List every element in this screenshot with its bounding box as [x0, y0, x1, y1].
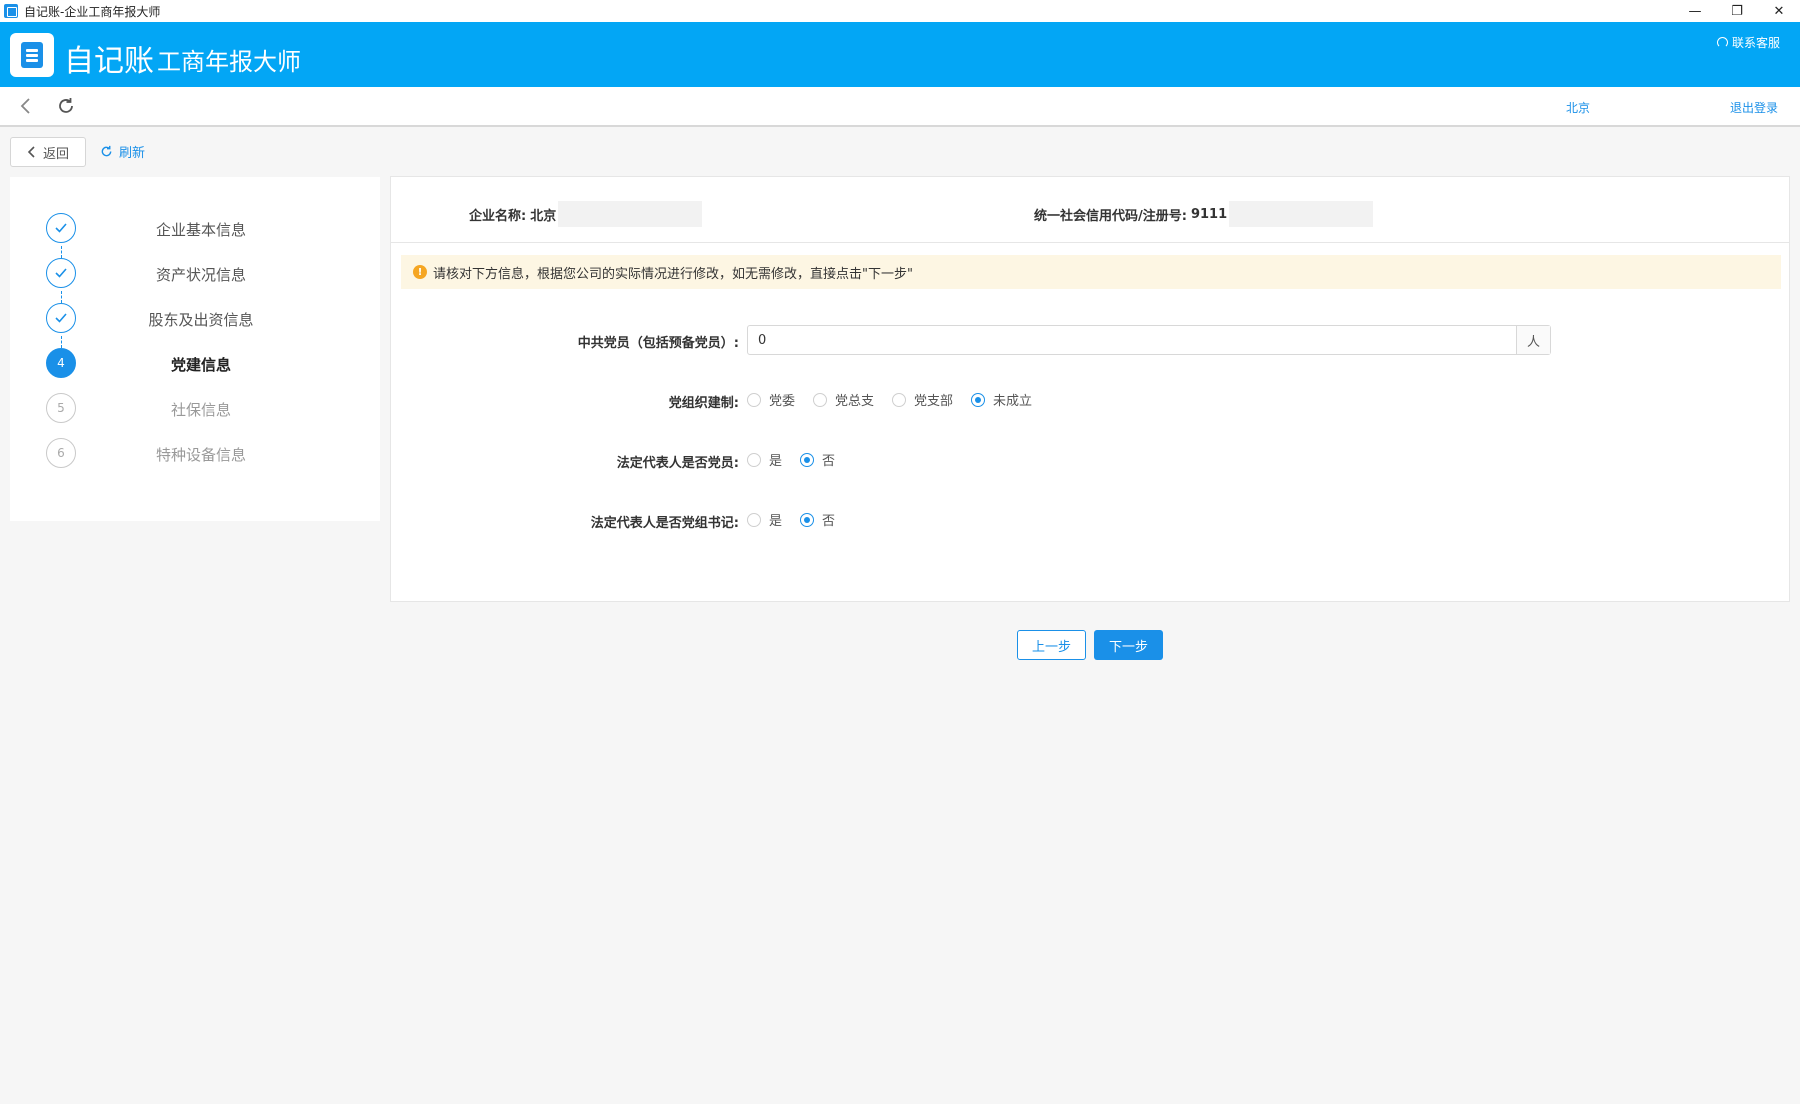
company-name-info: 企业名称: 北京: [469, 201, 703, 227]
minimize-button[interactable]: —: [1674, 0, 1716, 22]
legal-rep-secretary-label: 法定代表人是否党组书记:: [590, 516, 739, 531]
support-link[interactable]: 联系客服: [1716, 34, 1780, 51]
step-number: 4: [46, 348, 76, 378]
brand-subtitle: 工商年报大师: [157, 49, 301, 76]
step-connector: [61, 336, 62, 348]
redacted-area: [1229, 201, 1374, 227]
return-label: 返回: [42, 146, 69, 162]
company-name-value: 北京: [530, 208, 557, 224]
radio-party-committee[interactable]: 党委: [747, 390, 795, 409]
return-button[interactable]: 返回: [10, 137, 86, 167]
step-connector: [61, 246, 62, 258]
refresh-icon: [101, 145, 112, 157]
legal-rep-member-label: 法定代表人是否党员:: [616, 456, 739, 471]
party-members-input[interactable]: [748, 326, 1516, 354]
radio-circle: [747, 512, 761, 527]
legal-rep-secretary-radio-group: 是 否: [747, 510, 853, 529]
restore-button[interactable]: ❐: [1716, 0, 1758, 22]
radio-general-branch[interactable]: 党总支: [813, 390, 874, 409]
radio-label: 党支部: [914, 394, 954, 409]
credit-code-value: 9111: [1190, 206, 1228, 222]
radio-label: 党总支: [835, 394, 875, 409]
step-label: 资产状况信息: [155, 266, 246, 284]
logo-icon: [10, 33, 54, 77]
step-list: 企业基本信息 资产状况信息 股东及出资信息 4 党建信息 5 社保信息 6 特种…: [10, 177, 380, 521]
party-members-field: 人: [747, 325, 1551, 355]
radio-label: 否: [822, 454, 836, 469]
radio-label: 是: [769, 514, 783, 529]
radio-label: 是: [769, 454, 783, 469]
step-social-insurance[interactable]: 5 社保信息: [46, 393, 366, 423]
step-number: 6: [46, 438, 76, 468]
step-label: 特种设备信息: [155, 446, 246, 464]
step-number: 5: [46, 393, 76, 423]
reload-icon[interactable]: [56, 96, 76, 116]
radio-circle-selected: [800, 452, 815, 467]
radio-member-yes[interactable]: 是: [747, 450, 782, 469]
step-label: 股东及出资信息: [148, 311, 254, 329]
unit-suffix: 人: [1516, 326, 1550, 354]
redacted-area: [558, 201, 703, 227]
radio-label: 未成立: [993, 394, 1033, 409]
next-step-button[interactable]: 下一步: [1094, 630, 1163, 660]
window-controls: — ❐ ✕: [1674, 0, 1800, 22]
party-org-radio-group: 党委 党总支 党支部 未成立: [747, 390, 1050, 409]
step-connector: [61, 291, 62, 303]
chevron-left-icon: [27, 146, 35, 158]
notice-banner: ! 请核对下方信息，根据您公司的实际情况进行修改，如无需修改，直接点击"下一步": [401, 255, 1781, 289]
company-name-label: 企业名称:: [469, 208, 527, 224]
refresh-label: 刷新: [119, 146, 146, 161]
company-name: 北京: [1566, 101, 1591, 115]
nav-bar: 北京 退出登录: [0, 87, 1800, 127]
step-label: 社保信息: [170, 401, 231, 419]
radio-circle: [892, 392, 907, 407]
check-icon: [46, 213, 76, 243]
radio-label: 党委: [769, 394, 796, 409]
legal-rep-member-radio-group: 是 否: [747, 450, 853, 469]
brand-name: 自记账: [64, 45, 154, 78]
step-special-equipment[interactable]: 6 特种设备信息: [46, 438, 366, 468]
check-icon: [46, 258, 76, 288]
step-basic-info[interactable]: 企业基本信息: [46, 213, 366, 243]
radio-circle: [747, 452, 761, 467]
radio-circle-selected: [800, 512, 815, 527]
radio-branch[interactable]: 党支部: [892, 390, 953, 409]
close-button[interactable]: ✕: [1758, 0, 1800, 22]
company-info-row: 企业名称: 北京 统一社会信用代码/注册号: 9111: [391, 177, 1789, 243]
party-members-label: 中共党员（包括预备党员）:: [577, 336, 739, 351]
warning-icon: !: [413, 265, 427, 279]
app-icon: [4, 4, 18, 18]
headset-icon: [1716, 37, 1728, 48]
radio-circle: [747, 392, 761, 407]
notice-text: 请核对下方信息，根据您公司的实际情况进行修改，如无需修改，直接点击"下一步": [433, 266, 913, 282]
radio-label: 否: [822, 514, 836, 529]
back-arrow-icon[interactable]: [16, 96, 36, 116]
support-label: 联系客服: [1731, 36, 1780, 50]
check-icon: [46, 303, 76, 333]
credit-code-label: 统一社会信用代码/注册号:: [1034, 208, 1187, 224]
window-title: 自记账-企业工商年报大师: [24, 4, 161, 19]
step-shareholder-info[interactable]: 股东及出资信息: [46, 303, 366, 333]
refresh-button[interactable]: 刷新: [100, 142, 145, 161]
radio-not-established[interactable]: 未成立: [971, 390, 1032, 409]
party-org-label: 党组织建制:: [668, 396, 739, 411]
prev-step-button[interactable]: 上一步: [1017, 630, 1086, 660]
app-header: 自记账 工商年报大师 联系客服: [0, 22, 1800, 87]
radio-secretary-yes[interactable]: 是: [747, 510, 782, 529]
window-titlebar: 自记账-企业工商年报大师 — ❐ ✕: [0, 0, 1800, 22]
radio-circle: [813, 392, 828, 407]
logout-link[interactable]: 退出登录: [1730, 99, 1778, 116]
credit-code-info: 统一社会信用代码/注册号: 9111: [1034, 201, 1374, 227]
radio-secretary-no[interactable]: 否: [800, 510, 835, 529]
radio-member-no[interactable]: 否: [800, 450, 835, 469]
step-label: 企业基本信息: [155, 221, 246, 239]
radio-circle-selected: [971, 392, 986, 407]
step-party-info[interactable]: 4 党建信息: [46, 348, 366, 378]
party-info-panel: 企业名称: 北京 统一社会信用代码/注册号: 9111 ! 请核对下方信息，根据…: [390, 176, 1790, 602]
step-asset-info[interactable]: 资产状况信息: [46, 258, 366, 288]
step-label: 党建信息: [170, 356, 231, 374]
